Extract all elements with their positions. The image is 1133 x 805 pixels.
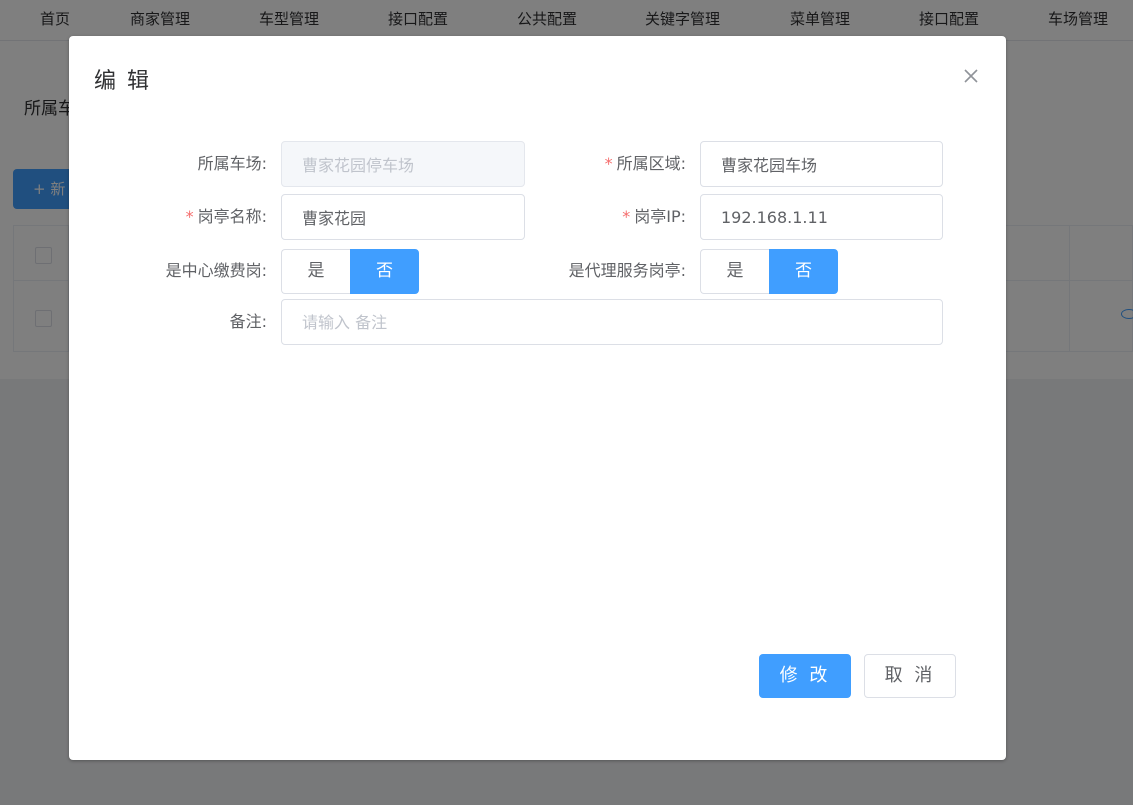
dialog-title: 编 辑 (94, 69, 151, 94)
area-label: * 所属区域: (605, 141, 686, 187)
agent-service-label: 是代理服务岗亭: (568, 261, 686, 280)
close-icon[interactable] (962, 67, 980, 85)
required-mark: * (185, 207, 194, 226)
booth-name-label-text: 岗亭名称: (197, 207, 267, 226)
remark-input[interactable] (281, 299, 943, 345)
remark-label: 备注: (229, 312, 267, 331)
required-mark: * (622, 207, 631, 226)
edit-dialog: 编 辑 所属车场: *所属区域: *岗亭名称: *岗亭IP: 是中心缴费岗: 是… (69, 36, 1006, 760)
cancel-button[interactable]: 取 消 (864, 654, 956, 698)
area-input[interactable] (700, 141, 943, 187)
required-mark: * (604, 154, 613, 173)
booth-ip-label-text: 岗亭IP: (634, 207, 686, 226)
area-label-text: 所属区域: (616, 154, 686, 173)
central-pay-label: 是中心缴费岗: (165, 261, 267, 280)
booth-name-input[interactable] (281, 194, 525, 240)
booth-ip-label: * 岗亭IP: (622, 194, 686, 240)
booth-ip-input[interactable] (700, 194, 943, 240)
parking-lot-label: 所属车场: (197, 154, 267, 173)
central-pay-yes-button[interactable]: 是 (281, 249, 350, 294)
agent-service-toggle: 是 否 (700, 249, 838, 294)
booth-name-label: * 岗亭名称: (186, 194, 267, 240)
central-pay-toggle: 是 否 (281, 249, 419, 294)
parking-lot-input (281, 141, 525, 187)
agent-service-no-button[interactable]: 否 (769, 249, 838, 294)
submit-button[interactable]: 修 改 (759, 654, 851, 698)
agent-service-yes-button[interactable]: 是 (700, 249, 769, 294)
central-pay-no-button[interactable]: 否 (350, 249, 419, 294)
